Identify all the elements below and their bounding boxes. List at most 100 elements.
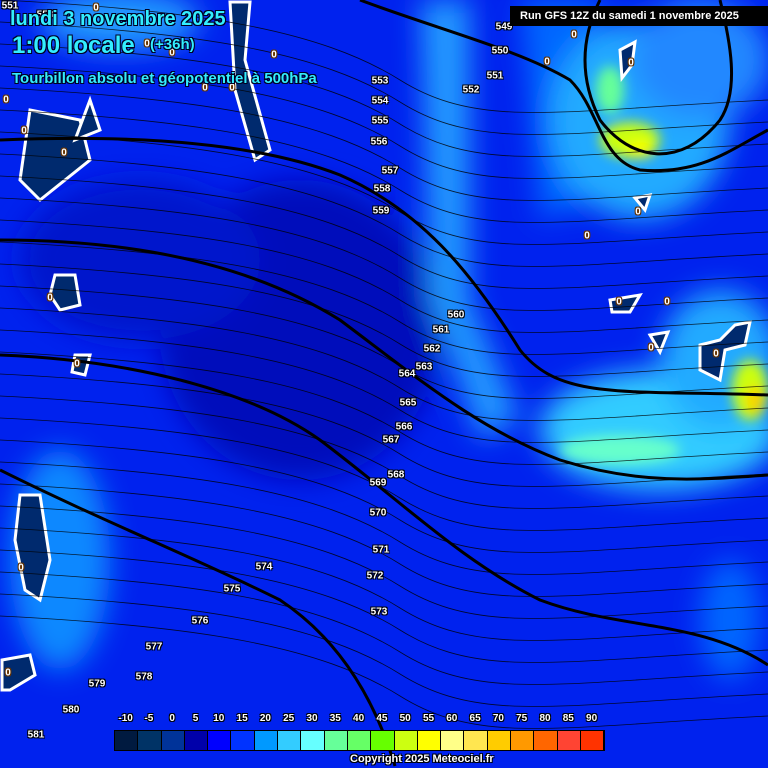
contour-label: 556 <box>370 136 388 148</box>
zero-label: 0 <box>713 348 719 360</box>
zero-label: 0 <box>616 296 622 308</box>
contour-label: 561 <box>432 324 450 336</box>
zero-label: 0 <box>18 562 24 574</box>
contour-label: 553 <box>371 75 389 87</box>
forecast-step: (+36h) <box>150 36 195 53</box>
contour-label: 551 <box>486 70 504 82</box>
contour-label: 562 <box>423 343 441 355</box>
zero-label: 0 <box>584 230 590 242</box>
contour-label: 568 <box>387 469 405 481</box>
contour-label: 576 <box>191 615 209 627</box>
legend-swatch <box>534 731 558 750</box>
contour-label: 559 <box>372 205 390 217</box>
legend-label: 5 <box>192 713 199 724</box>
zero-label: 0 <box>635 206 641 218</box>
contour-label: 569 <box>369 477 387 489</box>
legend-swatch <box>417 731 442 750</box>
zero-label: 0 <box>21 125 27 137</box>
contour-label: 580 <box>62 704 80 716</box>
legend-label: 0 <box>169 713 175 724</box>
legend-swatch <box>347 731 372 750</box>
contour-label: 550 <box>491 45 509 57</box>
contour-label: 563 <box>415 361 433 373</box>
zero-label: 0 <box>3 94 9 106</box>
legend-label: 90 <box>586 713 598 724</box>
zero-label: 0 <box>648 342 654 354</box>
legend-label: 20 <box>259 713 271 724</box>
zero-label: 0 <box>47 292 53 304</box>
contour-label: 578 <box>135 671 153 683</box>
vorticity-map: 551 553 549 550 551 552 553 554 555 556 557 558 559 5… <box>0 0 768 768</box>
legend-swatch <box>278 731 302 750</box>
contour-label: 570 <box>369 507 387 519</box>
legend-swatch <box>138 731 162 750</box>
legend-swatch <box>441 731 465 750</box>
legend-label: 75 <box>516 713 528 724</box>
legend-label: -5 <box>144 713 154 724</box>
contour-label: 567 <box>382 434 400 446</box>
zero-label: 0 <box>544 56 550 68</box>
legend-label: 35 <box>329 713 341 724</box>
zero-label: 0 <box>271 49 277 61</box>
contour-label: 557 <box>381 165 399 177</box>
contour-label: 552 <box>462 84 480 96</box>
legend-label: 80 <box>539 713 551 724</box>
contour-label: 558 <box>373 183 391 195</box>
legend-label: 40 <box>353 713 365 724</box>
run-info: Run GFS 12Z du samedi 1 novembre 2025 <box>510 6 768 26</box>
contour-label: 573 <box>370 606 388 618</box>
legend-swatch <box>208 731 232 750</box>
contour-label: 572 <box>366 570 384 582</box>
contour-label: 581 <box>27 729 45 741</box>
legend-swatch <box>511 731 535 750</box>
legend-label: 10 <box>213 713 225 724</box>
copyright: Copyright 2025 Meteociel.fr <box>350 753 494 765</box>
legend-label: 55 <box>422 713 435 724</box>
legend-label: 30 <box>306 713 318 724</box>
legend-swatch <box>254 731 279 750</box>
legend-swatch <box>580 731 605 750</box>
legend-swatch <box>161 731 185 750</box>
legend-label: -10 <box>118 713 133 724</box>
contour-label: 554 <box>371 95 389 107</box>
legend-swatch <box>394 731 418 750</box>
contour-label: 571 <box>372 544 390 556</box>
zero-label: 0 <box>5 667 11 679</box>
legend-swatch <box>371 731 395 750</box>
zero-label: 0 <box>664 296 670 308</box>
legend-label: 60 <box>446 713 458 724</box>
legend-swatch <box>301 731 325 750</box>
legend-swatch <box>487 731 512 750</box>
legend-label: 70 <box>492 713 504 724</box>
contour-label: 577 <box>145 641 163 653</box>
legend-label: 65 <box>469 713 481 724</box>
zero-label: 0 <box>628 57 634 69</box>
legend-label: 50 <box>399 713 411 724</box>
zero-label: 0 <box>61 147 67 159</box>
contour-label: 579 <box>88 678 106 690</box>
legend-swatch <box>231 731 255 750</box>
forecast-date: lundi 3 novembre 2025 <box>10 8 226 30</box>
contour-label: 555 <box>371 115 389 127</box>
legend-swatch <box>115 731 139 750</box>
zero-label: 0 <box>571 29 577 41</box>
forecast-time: 1:00 locale <box>12 32 135 59</box>
legend-swatch <box>557 731 581 750</box>
contour-label: 574 <box>255 561 273 573</box>
legend-swatch <box>184 731 209 750</box>
legend-label: 45 <box>376 713 388 724</box>
legend-swatch <box>324 731 348 750</box>
zero-label: 0 <box>144 38 150 50</box>
legend-label: 85 <box>562 713 574 724</box>
zero-label: 0 <box>74 358 80 370</box>
parameter-title: Tourbillon absolu et géopotentiel à 500h… <box>12 70 317 87</box>
contour-label: 565 <box>399 397 417 409</box>
contour-label: 566 <box>395 421 413 433</box>
legend-swatch <box>464 731 488 750</box>
contour-label: 560 <box>447 309 465 321</box>
legend-label: 25 <box>283 713 295 724</box>
contour-label: 564 <box>398 368 416 380</box>
legend-label: 15 <box>236 713 248 724</box>
color-legend: -10 -5 0 5 10 15 20 25 30 35 40 45 50 55 60 65 70 75 80 85 9… <box>114 713 606 751</box>
contour-label: 575 <box>223 583 241 595</box>
